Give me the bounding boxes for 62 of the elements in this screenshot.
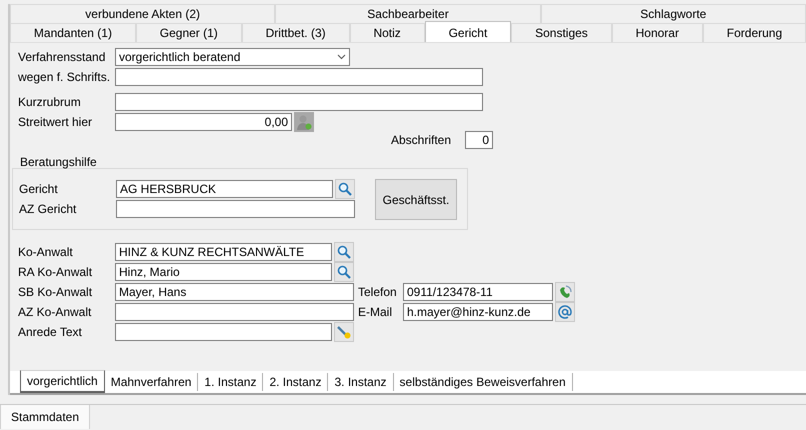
tab[interactable]: Schlagworte bbox=[540, 4, 806, 23]
group-title: Beratungshilfe bbox=[20, 156, 98, 168]
input-field[interactable] bbox=[115, 68, 483, 86]
tab[interactable]: Gericht bbox=[424, 21, 512, 43]
tab[interactable]: selbständiges Beweisverfahren bbox=[394, 373, 573, 391]
field-label: Ko-Anwalt bbox=[18, 245, 74, 259]
input-field[interactable] bbox=[115, 323, 332, 341]
tab[interactable]: Forderung bbox=[702, 23, 806, 42]
input-field[interactable]: AG HERSBRUCK bbox=[116, 180, 333, 198]
key-button[interactable] bbox=[334, 322, 354, 342]
office-button[interactable]: Geschäftsst. bbox=[375, 179, 457, 220]
input-field[interactable]: Mayer, Hans bbox=[115, 283, 354, 301]
search-button[interactable] bbox=[335, 179, 355, 199]
field-label: wegen f. Schrifts. bbox=[18, 70, 112, 84]
key-icon bbox=[337, 325, 351, 339]
input-field[interactable] bbox=[116, 200, 355, 218]
tab[interactable]: Drittbet. (3) bbox=[242, 23, 350, 42]
person-icon bbox=[296, 114, 312, 130]
field-label: RA Ko-Anwalt bbox=[18, 265, 94, 279]
tab[interactable]: vorgerichtlich bbox=[20, 370, 105, 393]
tab[interactable]: Notiz bbox=[350, 23, 425, 42]
field-label: AZ Ko-Anwalt bbox=[18, 305, 92, 319]
at-sign-icon bbox=[558, 305, 572, 319]
search-button[interactable] bbox=[334, 262, 354, 282]
field-label: Verfahrensstand bbox=[18, 50, 106, 64]
tab[interactable]: Stammdaten bbox=[0, 405, 90, 429]
input-field[interactable]: h.mayer@hinz-kunz.de bbox=[403, 303, 553, 321]
chevron-down-icon bbox=[337, 54, 346, 60]
tab[interactable]: Sachbearbeiter bbox=[275, 4, 541, 23]
field-label: Streitwert hier bbox=[18, 115, 94, 129]
tab[interactable]: 1. Instanz bbox=[198, 373, 264, 391]
field-label: Anrede Text bbox=[18, 325, 83, 339]
tab[interactable]: 3. Instanz bbox=[328, 373, 394, 391]
field-label: SB Ko-Anwalt bbox=[18, 285, 94, 299]
phone-icon bbox=[558, 285, 572, 299]
search-icon bbox=[338, 182, 352, 196]
field-label: AZ Gericht bbox=[19, 202, 78, 216]
tab[interactable]: Mahnverfahren bbox=[104, 373, 198, 391]
dropdown[interactable]: vorgerichtlich beratend bbox=[115, 48, 350, 66]
field-label: E-Mail bbox=[358, 305, 394, 319]
call-button[interactable] bbox=[555, 282, 575, 302]
input-field[interactable]: 0 bbox=[465, 131, 493, 149]
input-field[interactable]: Hinz, Mario bbox=[115, 263, 332, 281]
tab[interactable]: Sonstiges bbox=[511, 23, 612, 42]
tab[interactable]: Honorar bbox=[612, 23, 703, 42]
search-button[interactable] bbox=[334, 242, 354, 262]
input-field[interactable]: HINZ & KUNZ RECHTSANWÄLTE bbox=[115, 243, 332, 261]
tab[interactable]: verbundene Akten (2) bbox=[10, 4, 276, 23]
search-icon bbox=[337, 265, 351, 279]
input-field[interactable] bbox=[115, 303, 354, 321]
tab[interactable]: Mandanten (1) bbox=[10, 23, 136, 42]
field-label: Gericht bbox=[19, 182, 59, 196]
field-label: Telefon bbox=[358, 285, 398, 299]
tab[interactable]: Gegner (1) bbox=[136, 23, 242, 42]
tab[interactable]: 2. Instanz bbox=[263, 373, 328, 391]
input-field[interactable]: 0911/123478-11 bbox=[403, 283, 553, 301]
field-label: Abschriften bbox=[390, 133, 451, 147]
search-icon bbox=[337, 245, 351, 259]
input-field[interactable]: 0,00 bbox=[115, 113, 292, 131]
field-label: Kurzrubrum bbox=[18, 95, 82, 109]
email-button[interactable] bbox=[555, 302, 575, 322]
input-field[interactable] bbox=[115, 93, 483, 111]
